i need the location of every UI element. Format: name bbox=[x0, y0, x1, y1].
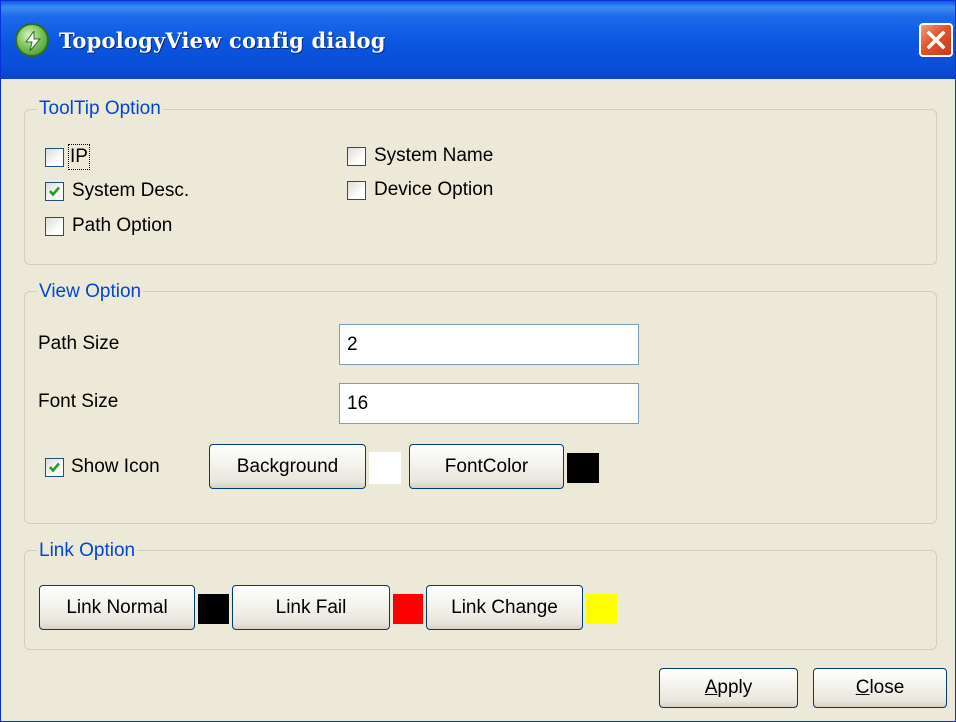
app-icon bbox=[15, 23, 49, 57]
apply-button[interactable]: Apply bbox=[659, 668, 798, 708]
path-size-input[interactable]: 2 bbox=[339, 324, 639, 365]
path-option-checkbox[interactable] bbox=[45, 216, 64, 236]
path-option-checkbox-label: Path Option bbox=[72, 215, 173, 236]
font-size-input[interactable]: 16 bbox=[339, 383, 639, 424]
check-icon bbox=[49, 462, 60, 472]
check-icon bbox=[49, 186, 60, 196]
close-button[interactable]: Close bbox=[813, 668, 947, 708]
close-icon[interactable] bbox=[919, 23, 953, 57]
close-button-label: Close bbox=[855, 677, 905, 698]
title-bar[interactable]: TopologyView config dialog bbox=[1, 1, 955, 79]
system-name-checkbox-row[interactable]: System Name bbox=[347, 144, 493, 168]
window-title: TopologyView config dialog bbox=[59, 28, 386, 53]
apply-button-label: Apply bbox=[704, 677, 753, 698]
view-option-legend: View Option bbox=[37, 281, 144, 303]
background-color-swatch[interactable] bbox=[369, 452, 401, 484]
font-color-swatch[interactable] bbox=[567, 453, 599, 483]
device-option-checkbox-label: Device Option bbox=[374, 179, 494, 200]
link-fail-color-swatch[interactable] bbox=[393, 594, 423, 624]
ip-checkbox-row[interactable]: IP bbox=[45, 144, 90, 170]
tooltip-option-legend: ToolTip Option bbox=[37, 98, 163, 120]
show-icon-checkbox[interactable] bbox=[45, 457, 64, 477]
link-change-color-swatch[interactable] bbox=[586, 594, 617, 624]
path-size-label: Path Size bbox=[38, 333, 120, 354]
background-button[interactable]: Background bbox=[209, 444, 366, 489]
system-desc-checkbox[interactable] bbox=[45, 181, 64, 201]
show-icon-checkbox-row[interactable]: Show Icon bbox=[45, 455, 160, 479]
show-icon-checkbox-label: Show Icon bbox=[71, 456, 160, 477]
path-option-checkbox-row[interactable]: Path Option bbox=[45, 214, 172, 238]
system-name-checkbox-label: System Name bbox=[374, 145, 494, 166]
device-option-checkbox-row[interactable]: Device Option bbox=[347, 178, 493, 202]
link-change-button[interactable]: Link Change bbox=[426, 585, 583, 630]
system-desc-checkbox-label: System Desc. bbox=[72, 180, 190, 201]
device-option-checkbox[interactable] bbox=[347, 180, 366, 200]
ip-checkbox[interactable] bbox=[45, 147, 64, 167]
link-option-legend: Link Option bbox=[37, 540, 138, 562]
link-normal-color-swatch[interactable] bbox=[198, 594, 229, 624]
system-desc-checkbox-row[interactable]: System Desc. bbox=[45, 179, 189, 203]
system-name-checkbox[interactable] bbox=[347, 146, 366, 166]
font-size-label: Font Size bbox=[38, 391, 119, 412]
link-normal-button[interactable]: Link Normal bbox=[39, 585, 195, 630]
fontcolor-button[interactable]: FontColor bbox=[409, 444, 564, 489]
ip-checkbox-label: IP bbox=[68, 144, 90, 170]
link-fail-button[interactable]: Link Fail bbox=[232, 585, 390, 630]
config-dialog-window: TopologyView config dialog ToolTip Optio… bbox=[0, 0, 956, 722]
